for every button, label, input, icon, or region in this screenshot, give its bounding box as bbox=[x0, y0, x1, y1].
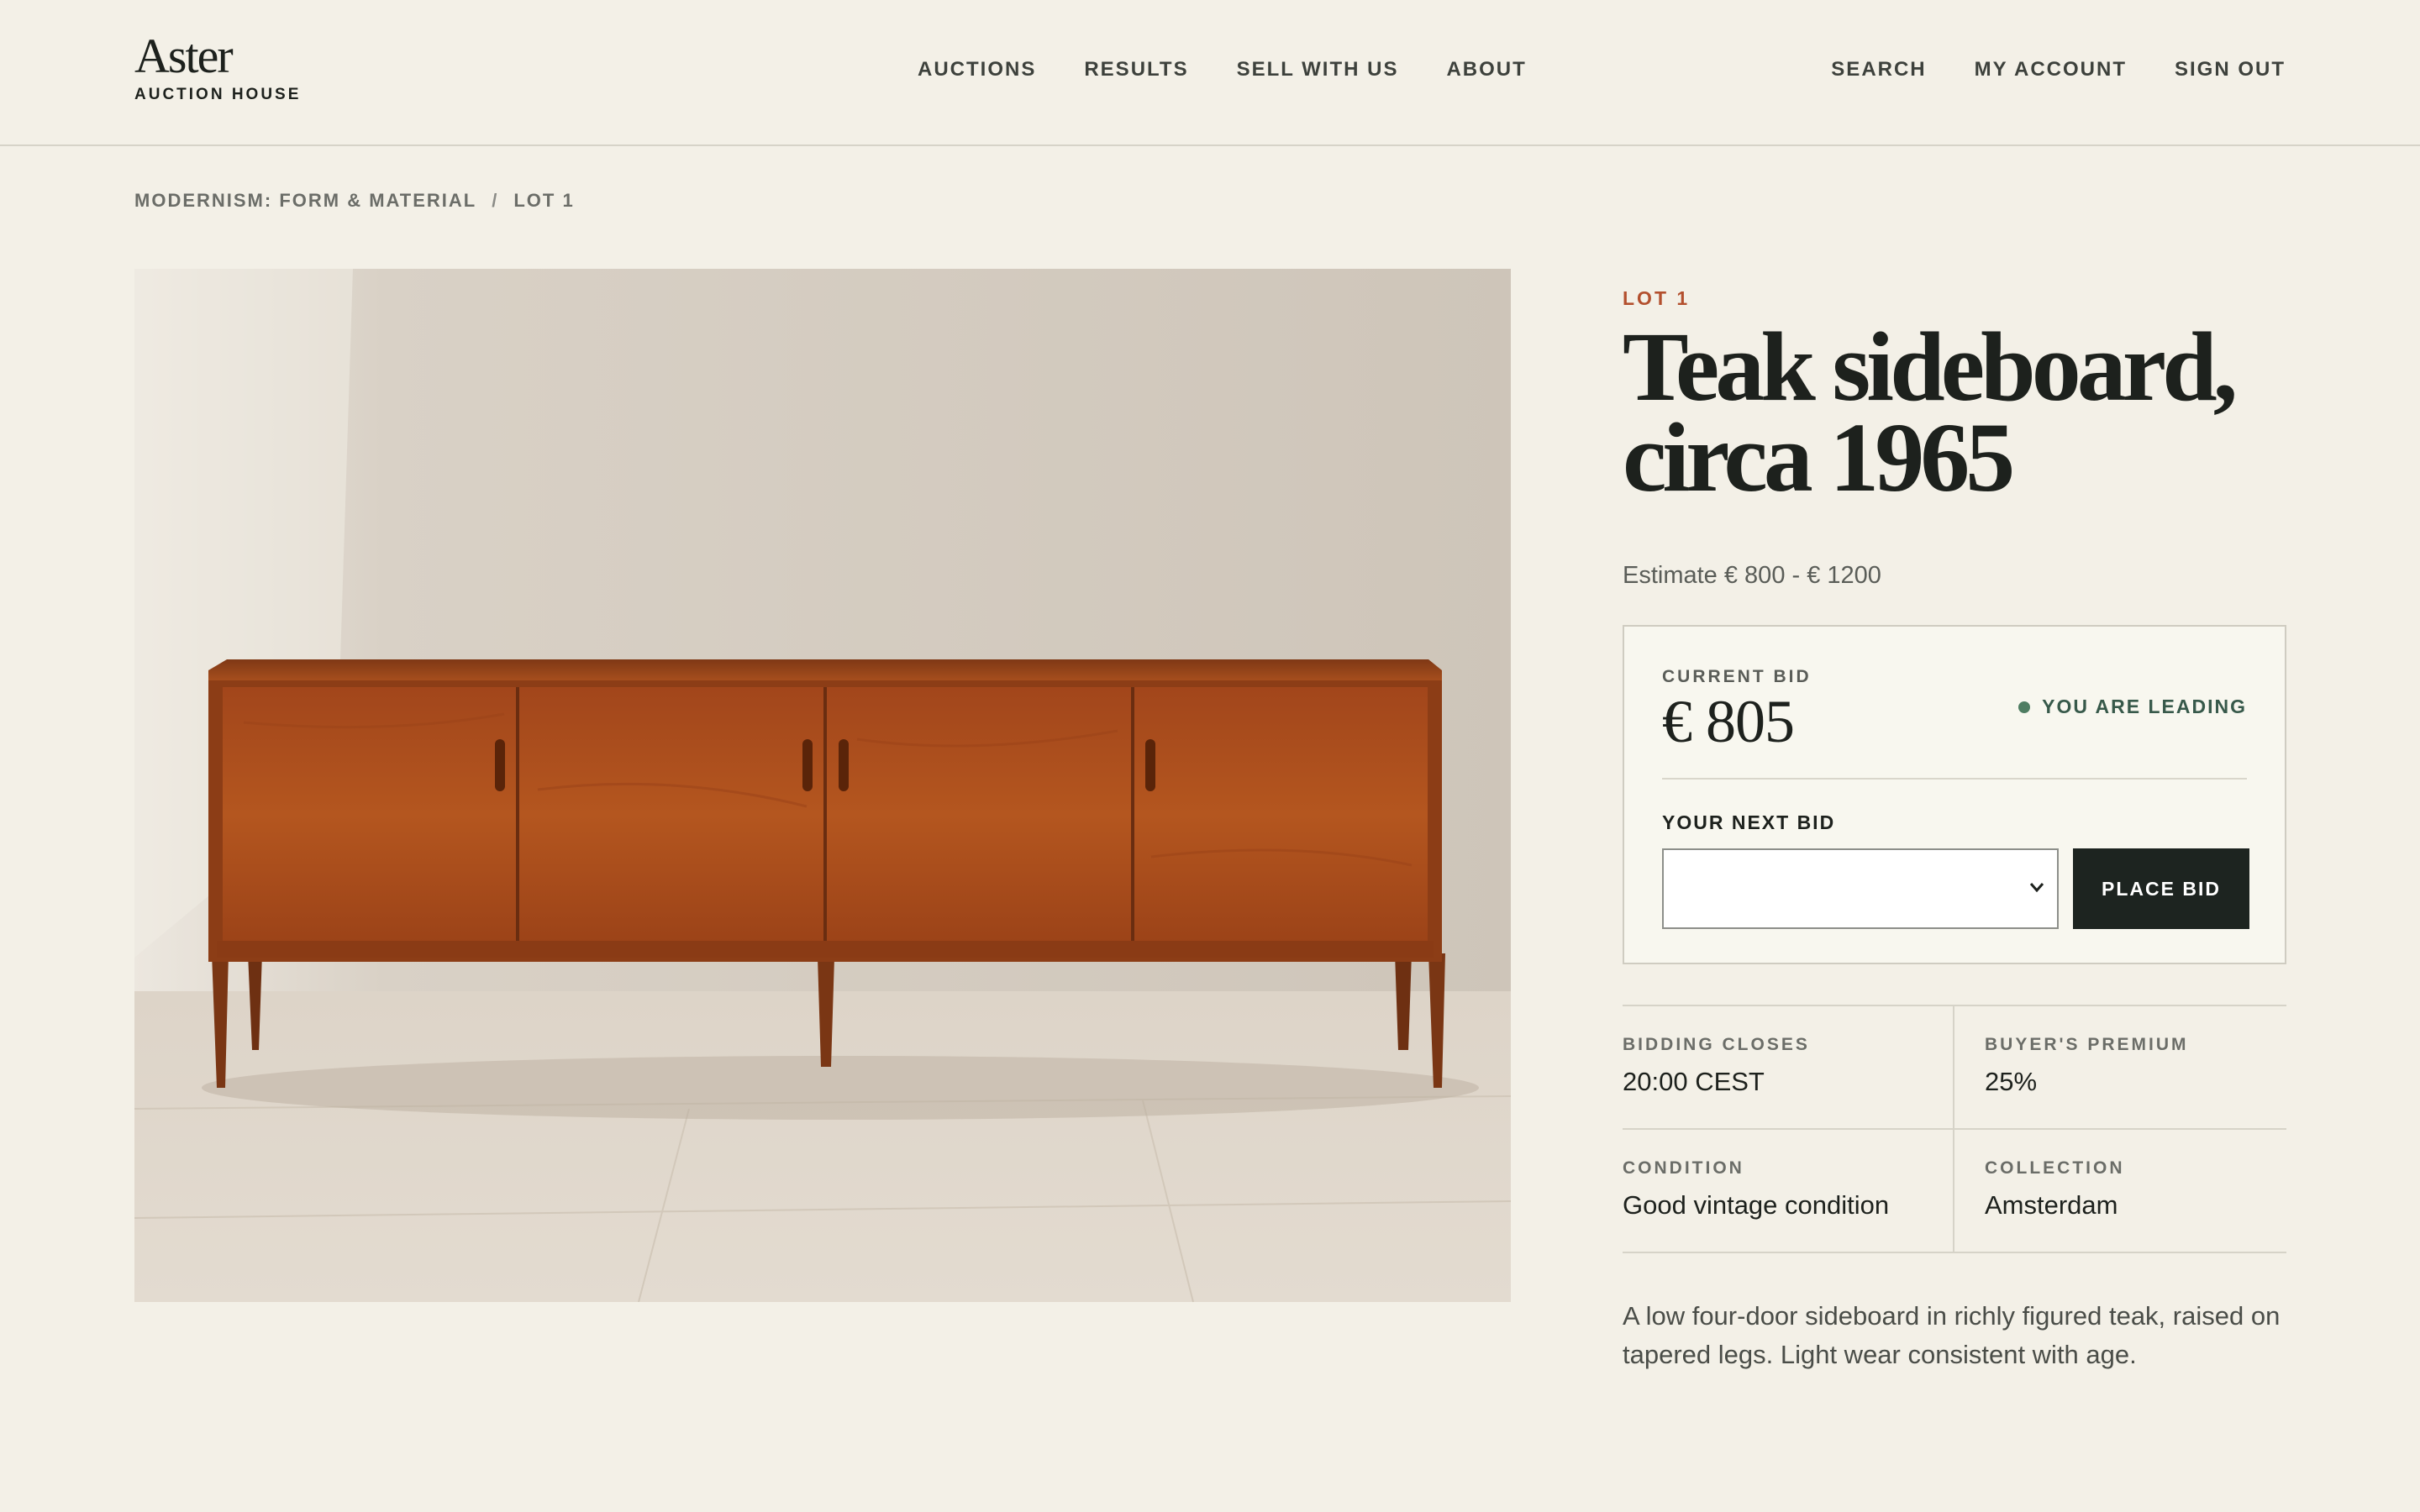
breadcrumb: MODERNISM: FORM & MATERIAL / LOT 1 bbox=[134, 190, 575, 212]
detail-label: BUYER'S PREMIUM bbox=[1985, 1035, 2189, 1054]
detail-bidding-closes: BIDDING CLOSES 20:00 CEST bbox=[1623, 1006, 1954, 1130]
detail-value: 25% bbox=[1985, 1067, 2038, 1096]
nav-search[interactable]: SEARCH bbox=[1831, 57, 1926, 82]
current-bid-label: CURRENT BID bbox=[1662, 667, 1812, 686]
nav-auctions[interactable]: AUCTIONS bbox=[918, 57, 1036, 82]
next-bid-select[interactable] bbox=[1662, 848, 2059, 929]
status-dot-icon bbox=[2018, 701, 2031, 713]
page: Aster AUCTION HOUSE AUCTIONS RESULTS SEL… bbox=[0, 0, 2420, 1512]
detail-condition: CONDITION Good vintage condition bbox=[1623, 1130, 1954, 1253]
detail-label: CONDITION bbox=[1623, 1158, 1744, 1178]
nav-my-account[interactable]: MY ACCOUNT bbox=[1975, 57, 2127, 82]
lot-panel: LOT 1 Teak sideboard, circa 1965 Estimat… bbox=[1623, 269, 2286, 1374]
lot-details: BIDDING CLOSES 20:00 CEST BUYER'S PREMIU… bbox=[1623, 1005, 2286, 1253]
chevron-down-icon bbox=[2029, 883, 2044, 893]
detail-value: Good vintage condition bbox=[1623, 1190, 1890, 1220]
lot-image bbox=[134, 269, 1511, 1302]
detail-collection: COLLECTION Amsterdam bbox=[1954, 1130, 2286, 1253]
logo[interactable]: Aster AUCTION HOUSE bbox=[134, 32, 301, 104]
nav-sell-with-us[interactable]: SELL WITH US bbox=[1237, 57, 1399, 82]
detail-value: Amsterdam bbox=[1985, 1190, 2118, 1220]
breadcrumb-lot: LOT 1 bbox=[513, 190, 575, 211]
nav-about[interactable]: ABOUT bbox=[1446, 57, 1526, 82]
logo-subtitle: AUCTION HOUSE bbox=[134, 86, 302, 103]
place-bid-button[interactable]: PLACE BID bbox=[2073, 848, 2249, 929]
main-nav: AUCTIONS RESULTS SELL WITH US ABOUT bbox=[918, 57, 1527, 82]
leading-status: YOU ARE LEADING bbox=[2018, 696, 2247, 718]
detail-label: BIDDING CLOSES bbox=[1623, 1035, 1810, 1054]
current-bid-value: € 805 bbox=[1662, 688, 1795, 755]
divider bbox=[1662, 778, 2247, 780]
leading-status-text: YOU ARE LEADING bbox=[2042, 696, 2247, 717]
lot-description: A low four-door sideboard in richly figu… bbox=[1623, 1301, 2281, 1369]
lot-title: Teak sideboard, circa 1965 bbox=[1623, 312, 2286, 512]
lot-title-line-2: circa 1965 bbox=[1623, 402, 2015, 512]
sideboard-illustration bbox=[134, 269, 1511, 1302]
breadcrumb-separator: / bbox=[492, 190, 499, 211]
nav-sign-out[interactable]: SIGN OUT bbox=[2175, 57, 2286, 82]
detail-buyers-premium: BUYER'S PREMIUM 25% bbox=[1954, 1006, 2286, 1130]
next-bid-label: YOUR NEXT BID bbox=[1662, 811, 1836, 833]
estimate: Estimate € 800 - € 1200 bbox=[1623, 562, 1881, 589]
logo-name: Aster bbox=[134, 29, 234, 83]
detail-label: COLLECTION bbox=[1985, 1158, 2125, 1178]
bid-box: CURRENT BID € 805 YOU ARE LEADING YOUR N… bbox=[1623, 625, 2286, 964]
nav-results[interactable]: RESULTS bbox=[1084, 57, 1188, 82]
breadcrumb-collection[interactable]: MODERNISM: FORM & MATERIAL bbox=[134, 190, 476, 212]
lot-title-line-1: Teak sideboard, bbox=[1623, 312, 2238, 422]
lot-number: LOT 1 bbox=[1623, 287, 1691, 309]
site-header: Aster AUCTION HOUSE AUCTIONS RESULTS SEL… bbox=[0, 0, 2420, 146]
account-nav: SEARCH MY ACCOUNT SIGN OUT bbox=[1831, 57, 2286, 82]
detail-value: 20:00 CEST bbox=[1623, 1067, 1765, 1096]
